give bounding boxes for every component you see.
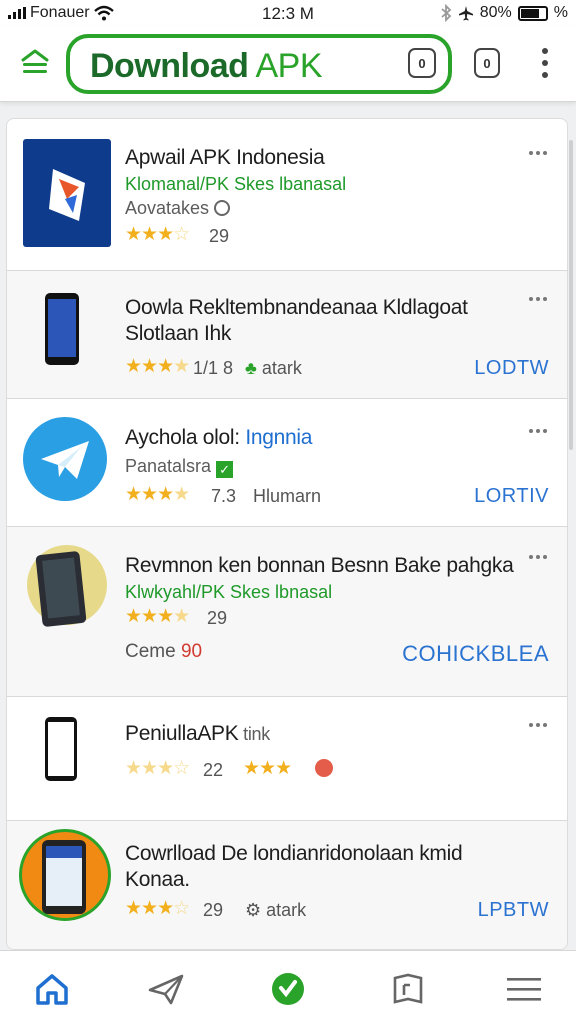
download-button[interactable]: COHICKBLEA xyxy=(402,641,549,667)
app-name: Apwail APK Indonesia xyxy=(125,146,325,169)
app-meta: Ceme 90 xyxy=(125,641,202,663)
list-item[interactable]: PeniullaAPK tink ★★★☆ 22 ★★★ xyxy=(7,697,567,821)
tag-label: atark xyxy=(266,900,307,920)
rating-count: 1/1 8 xyxy=(193,358,234,378)
list-item[interactable]: Apwail APK Indonesia Klomanal/PK Skes lb… xyxy=(7,119,567,271)
rating-stars: ★★★★ xyxy=(125,606,190,627)
rating-stars: ★★★☆ xyxy=(125,224,190,245)
hamburger-menu-icon[interactable] xyxy=(504,969,544,1009)
battery-icon xyxy=(517,5,548,21)
status-bar: Fonauer 12:3 M 80% % xyxy=(0,0,576,26)
app-subtitle: Klomanal/PK Skes lbanasal xyxy=(125,174,347,194)
scrollbar[interactable] xyxy=(569,140,573,450)
downloads-icon[interactable]: 0 xyxy=(408,48,436,78)
app-icon-download xyxy=(19,829,111,921)
menu-icon[interactable] xyxy=(20,48,50,76)
airplane-icon xyxy=(458,6,473,21)
app-name-tail: tink xyxy=(238,724,270,744)
item-more-icon[interactable] xyxy=(529,297,547,301)
verified-icon xyxy=(214,200,231,216)
battery-extra: % xyxy=(553,4,568,21)
app-name-suffix: Ingnnia xyxy=(245,426,313,449)
app-name-prefix: Aychola olol: xyxy=(125,426,246,449)
app-name-line2: Slotlaan Ihk xyxy=(125,322,232,345)
meta-label: Ceme xyxy=(125,641,176,662)
rating-stars-secondary: ★★★ xyxy=(243,758,292,779)
book-icon[interactable] xyxy=(388,969,428,1009)
app-icon-phone xyxy=(45,293,79,365)
rating-count: 29 xyxy=(207,608,228,628)
emoji-icon xyxy=(315,759,333,777)
list-item[interactable]: Oowla Rekltembnandeanaa Kldlagoat Slotla… xyxy=(7,271,567,399)
more-options-icon[interactable] xyxy=(541,48,549,78)
rating-stars: ★★★★ xyxy=(125,356,190,377)
app-icon-telegram xyxy=(23,417,107,501)
list-item[interactable]: Cowrlload De londianridonolaan kmid Kona… xyxy=(7,821,567,949)
app-list: Apwail APK Indonesia Klomanal/PK Skes lb… xyxy=(6,118,568,950)
item-more-icon[interactable] xyxy=(529,555,547,559)
apk-center-icon[interactable] xyxy=(268,969,308,1009)
check-icon: ✓ xyxy=(216,461,234,478)
rating-stars: ★★★☆ xyxy=(125,898,190,919)
app-name-line2: Konaa. xyxy=(125,868,190,891)
home-icon[interactable] xyxy=(32,969,72,1009)
app-logo[interactable]: Download APK xyxy=(66,34,452,94)
item-more-icon[interactable] xyxy=(529,151,547,155)
rating-count: 7.3 xyxy=(211,486,237,506)
app-name-line1: Oowla Rekltembnandeanaa Kldlagoat xyxy=(125,296,468,319)
app-subtitle: Panatalsra ✓ xyxy=(125,455,234,478)
meta-value: 90 xyxy=(180,641,203,662)
rating-stars: ★★★☆ xyxy=(125,758,190,779)
download-button[interactable]: LPBTW xyxy=(478,899,549,922)
app-name-main: PeniullaAPK xyxy=(125,722,239,745)
rating-count: 29 xyxy=(209,226,230,246)
bluetooth-icon xyxy=(441,4,452,22)
item-more-icon[interactable] xyxy=(529,429,547,433)
app-tag: ⚙ atark xyxy=(245,900,306,921)
app-icon-apwail xyxy=(23,139,111,247)
bottom-nav xyxy=(0,950,576,1024)
app-name: PeniullaAPK tink xyxy=(125,721,270,747)
item-more-icon[interactable] xyxy=(529,723,547,727)
list-item[interactable]: Revmnon ken bonnan Besnn Bake pahgka Klw… xyxy=(7,527,567,697)
rating-count: 22 xyxy=(203,760,224,780)
app-toolbar: Download APK 0 0 xyxy=(0,26,576,102)
app-icon-tablet xyxy=(27,545,107,628)
tabs-icon[interactable]: 0 xyxy=(474,48,500,78)
logo-title-light: APK xyxy=(248,47,323,85)
send-icon[interactable] xyxy=(146,969,186,1009)
app-developer: Aovatakes xyxy=(125,197,231,219)
app-name-line1: Cowrlload De londianridonolaan kmid xyxy=(125,842,463,865)
app-name: Revmnon ken bonnan Besnn Bake pahgka xyxy=(125,554,514,577)
logo-title-bold: Download xyxy=(90,47,249,85)
subtitle-label: Panatalsra xyxy=(125,456,212,476)
app-tag: Hlumarn xyxy=(253,486,322,506)
app-subtitle: Klwkyahl/PK Skes lbnasal xyxy=(125,582,333,602)
download-button[interactable]: LORTIV xyxy=(474,485,549,508)
app-icon-phone-white xyxy=(45,717,77,781)
developer-label: Aovatakes xyxy=(125,198,210,218)
tabs-icon-glyph: 0 xyxy=(483,55,491,71)
app-tag: ♣ atark xyxy=(245,358,302,379)
download-button[interactable]: LODTW xyxy=(474,357,549,380)
tag-label: atark xyxy=(261,358,302,378)
leaf-icon: ♣ xyxy=(245,358,257,378)
app-name: Aychola olol: Ingnnia xyxy=(125,425,312,451)
list-item[interactable]: Aychola olol: Ingnnia Panatalsra ✓ ★★★★ … xyxy=(7,399,567,527)
rating-stars: ★★★★ xyxy=(125,484,190,505)
rating-count: 29 xyxy=(203,900,224,920)
downloads-icon-glyph: 0 xyxy=(418,55,426,71)
battery-percent: 80% xyxy=(479,4,512,21)
settings-icon: ⚙ xyxy=(245,900,262,920)
